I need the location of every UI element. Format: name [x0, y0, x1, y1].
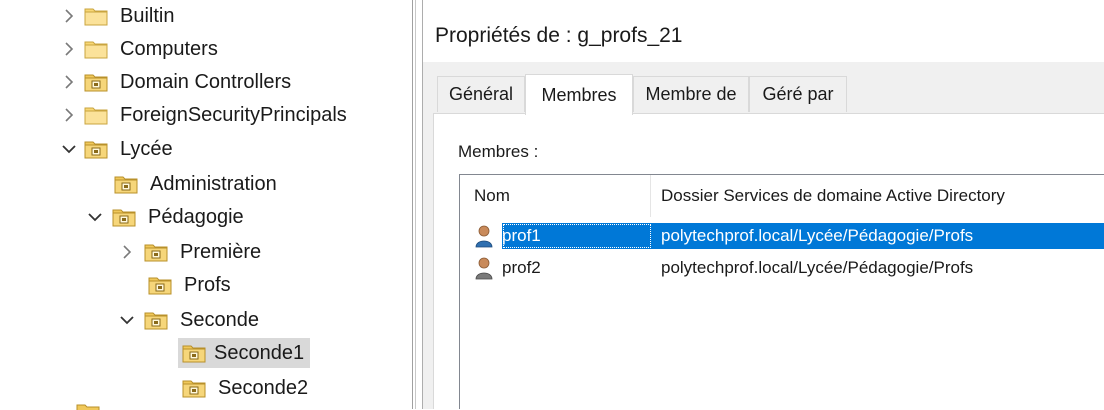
- chevron-right-icon[interactable]: [58, 5, 80, 27]
- folder-icon: [84, 105, 108, 125]
- splitter[interactable]: [412, 0, 413, 409]
- chevron-down-icon[interactable]: [58, 138, 80, 160]
- tree-item-seconde1[interactable]: Seconde1: [178, 337, 311, 369]
- tab-label: Membres: [541, 84, 617, 105]
- tree-item-label: Première: [180, 241, 262, 263]
- ou-folder-icon: [112, 207, 136, 227]
- tab-label: Géré par: [762, 84, 834, 104]
- tree-item-selection: Seconde1: [178, 338, 311, 368]
- tab-label: Membre de: [645, 84, 737, 104]
- tree-item-premiere[interactable]: Première: [116, 236, 265, 268]
- folder-icon: [84, 6, 108, 26]
- tree-item-lycee[interactable]: Lycée: [58, 133, 177, 165]
- chevron-right-icon[interactable]: [58, 38, 80, 60]
- tree-item-builtin[interactable]: Builtin: [58, 0, 178, 32]
- ou-folder-icon: [182, 378, 206, 398]
- tree-item-computers[interactable]: Computers: [58, 33, 222, 65]
- folder-icon: [84, 39, 108, 59]
- tab-membres[interactable]: Membres: [525, 74, 633, 115]
- tree-pane: Builtin Computers Domain Controllers For…: [0, 0, 400, 410]
- tree-item-label: Administration: [150, 173, 277, 195]
- tree-item-seconde[interactable]: Seconde: [116, 304, 263, 336]
- ou-folder-icon: [114, 174, 138, 194]
- column-header-dossier[interactable]: Dossier Services de domaine Active Direc…: [661, 175, 1101, 217]
- ou-folder-icon: [84, 72, 108, 92]
- ou-folder-icon: [182, 343, 206, 363]
- ou-folder-icon: [144, 242, 168, 262]
- tab-membre-de[interactable]: Membre de: [633, 76, 749, 112]
- chevron-down-icon[interactable]: [116, 309, 138, 331]
- tree-item-label: Builtin: [120, 5, 175, 27]
- chevron-down-icon[interactable]: [84, 206, 106, 228]
- chevron-right-icon[interactable]: [58, 104, 80, 126]
- tree-item-label: Computers: [120, 38, 218, 60]
- tree-item-label: Seconde2: [218, 377, 309, 399]
- members-list[interactable]: Nom Dossier Services de domaine Active D…: [459, 174, 1104, 409]
- name-cell: prof2: [474, 255, 541, 281]
- user-icon: [474, 256, 498, 280]
- tree-item-label: Domain Controllers: [120, 71, 292, 93]
- tree-item-administration[interactable]: Administration: [114, 168, 281, 200]
- tree-item-seconde2[interactable]: Seconde2: [182, 372, 312, 404]
- tree-item-label: Pédagogie: [148, 206, 244, 228]
- tree-item-label: Profs: [184, 274, 231, 296]
- members-label: Membres :: [458, 142, 539, 161]
- column-separator[interactable]: [650, 175, 651, 217]
- splitter-edge: [415, 0, 416, 409]
- chevron-right-icon[interactable]: [116, 241, 138, 263]
- column-header-nom[interactable]: Nom: [474, 175, 650, 217]
- name-cell: prof1: [474, 223, 541, 249]
- tree-item-label: Lycée: [120, 138, 173, 160]
- tree-item-profs[interactable]: Profs: [148, 269, 235, 301]
- tree-item-pedagogie[interactable]: Pédagogie: [84, 201, 248, 233]
- user-icon: [474, 224, 498, 248]
- folder-cell: polytechprof.local/Lycée/Pédagogie/Profs: [661, 226, 974, 245]
- tree-item-label: ForeignSecurityPrincipals: [120, 104, 347, 126]
- tree-item-label: Seconde1: [214, 342, 305, 364]
- tree-item-label: Seconde: [180, 309, 259, 331]
- table-row[interactable]: prof2 polytechprof.local/Lycée/Pédagogie…: [460, 255, 1104, 281]
- table-row[interactable]: prof1 polytechprof.local/Lycée/Pédagogie…: [460, 223, 1104, 249]
- tab-gere-par[interactable]: Géré par: [749, 76, 847, 112]
- ou-folder-icon: [84, 139, 108, 159]
- folder-cell: polytechprof.local/Lycée/Pédagogie/Profs: [661, 258, 974, 277]
- row-name: prof1: [502, 226, 541, 245]
- column-header-label: Nom: [474, 186, 510, 205]
- ou-folder-icon: [148, 275, 172, 295]
- ou-folder-icon: [144, 310, 168, 330]
- column-header-label: Dossier Services de domaine Active Direc…: [661, 186, 1005, 205]
- row-name: prof2: [502, 258, 541, 277]
- chevron-right-icon[interactable]: [58, 71, 80, 93]
- tab-general[interactable]: Général: [437, 76, 525, 112]
- tab-label: Général: [448, 84, 514, 104]
- tree-item-foreign-security-principals[interactable]: ForeignSecurityPrincipals: [58, 99, 351, 131]
- tree-item-domain-controllers[interactable]: Domain Controllers: [58, 66, 295, 98]
- dialog-title: Propriétés de : g_profs_21: [435, 24, 683, 47]
